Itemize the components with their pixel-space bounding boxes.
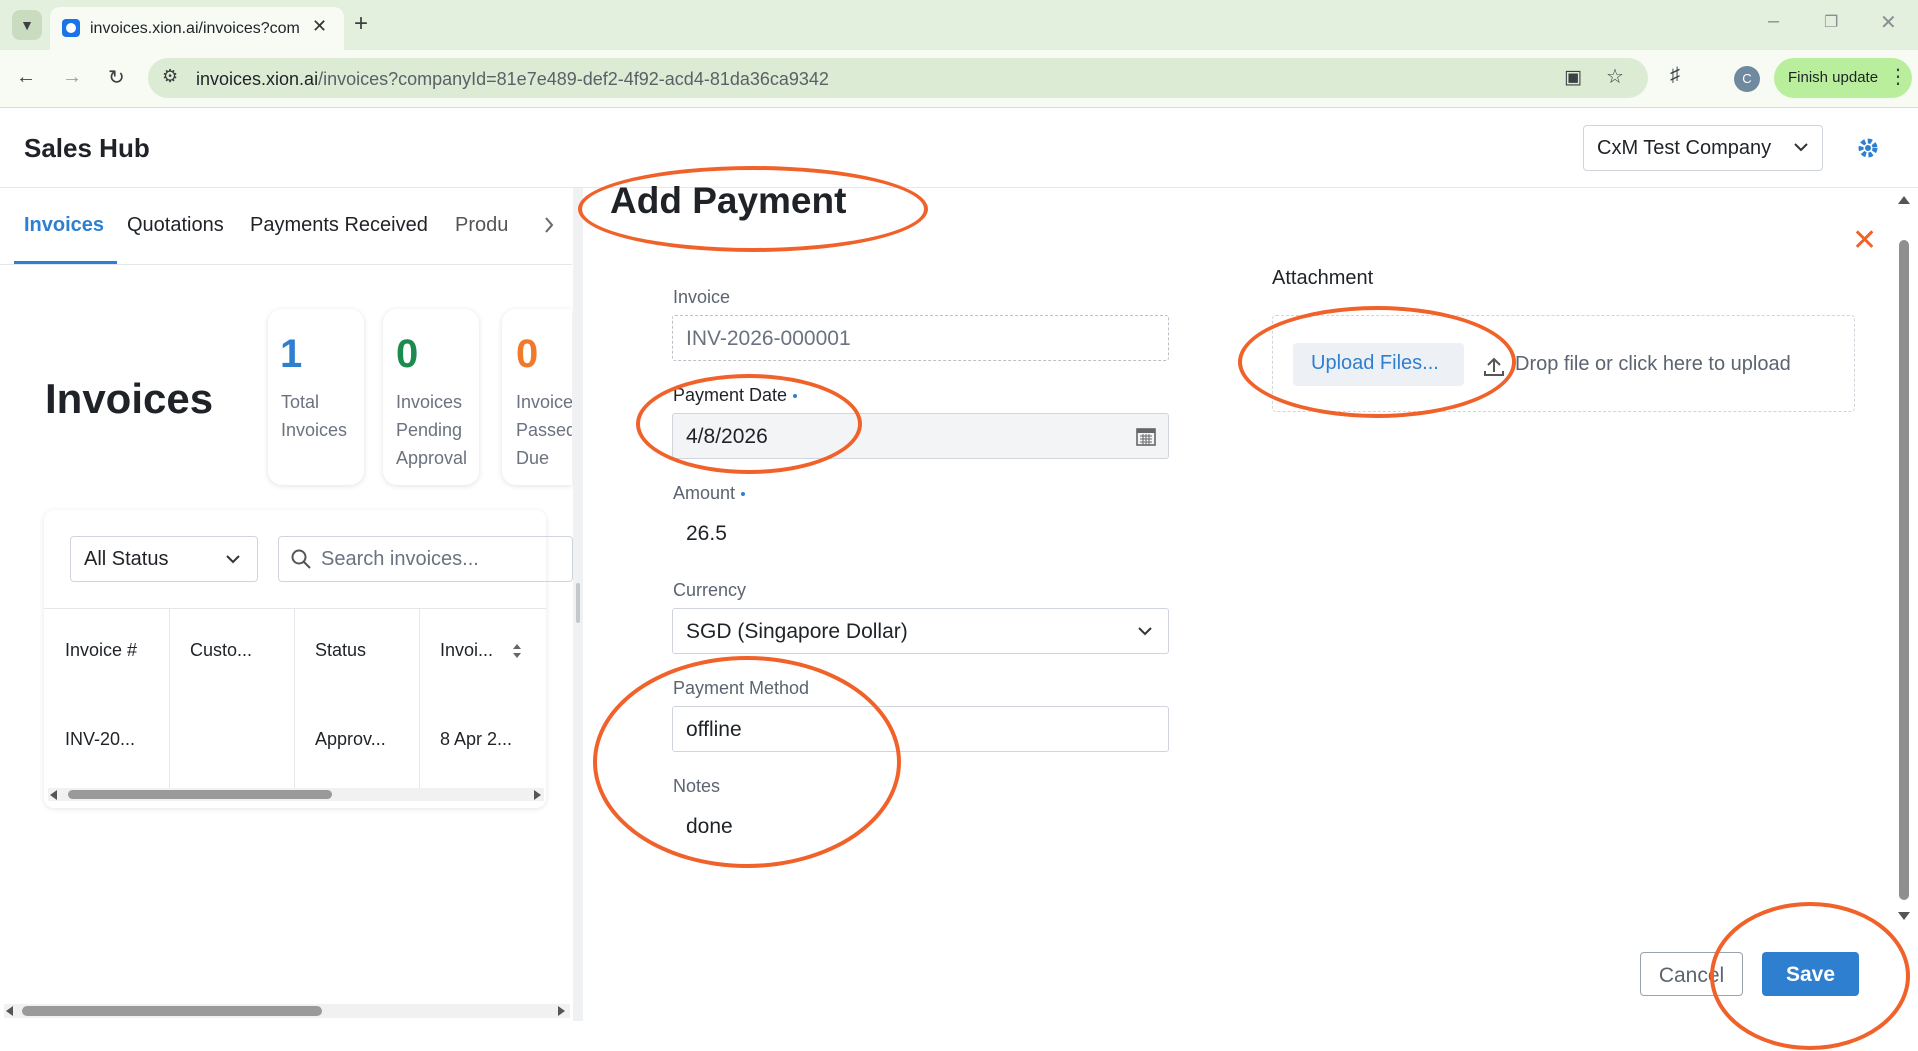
status-filter-value: All Status <box>84 548 169 570</box>
tab-products[interactable]: Produ <box>455 214 517 237</box>
save-button-label: Save <box>1785 963 1836 986</box>
notes-input[interactable]: done <box>686 815 733 839</box>
column-divider <box>419 608 420 788</box>
scroll-down-icon[interactable] <box>1898 912 1910 920</box>
tab-invoices[interactable]: Invoices <box>24 214 104 237</box>
chevron-down-icon <box>1794 143 1808 152</box>
extensions-icon[interactable]: ♯ <box>1670 64 1680 87</box>
payment-method-input[interactable] <box>672 706 1169 752</box>
scroll-left-icon[interactable] <box>6 1006 13 1016</box>
table-header-top-border <box>44 608 546 609</box>
company-select-value: CxM Test Company <box>1597 137 1772 159</box>
invoice-label: Invoice <box>673 287 731 307</box>
payment-date-label-text: Payment Date <box>673 385 788 405</box>
amount-label-text: Amount <box>673 483 736 503</box>
search-placeholder: Search invoices... <box>321 548 479 570</box>
invoice-value: INV-2026-000001 <box>686 327 851 350</box>
tab-title: invoices.xion.ai/invoices?compa <box>90 20 300 37</box>
upload-files-label: Upload Files... <box>1311 352 1439 374</box>
new-tab-icon[interactable]: + <box>354 10 368 38</box>
tab-search-icon[interactable]: ▼ <box>12 10 42 40</box>
notes-label: Notes <box>673 776 721 796</box>
restore-icon[interactable]: ❐ <box>1824 12 1838 32</box>
close-icon[interactable]: ✕ <box>1852 226 1877 256</box>
column-header-customer[interactable]: Custo... <box>190 640 252 661</box>
stat-total-label: Total Invoices <box>281 392 348 440</box>
table-scrollbar-thumb[interactable] <box>68 790 332 799</box>
finish-update-label: Finish update <box>1788 69 1879 86</box>
sort-icon[interactable] <box>511 641 523 661</box>
browser-tab-strip: ▼ invoices.xion.ai/invoices?compa ✕ + – … <box>0 0 1918 50</box>
amount-input[interactable]: 26.5 <box>686 522 727 546</box>
gear-icon[interactable] <box>1856 136 1880 160</box>
table-cell-status: Approv... <box>315 729 386 749</box>
close-tab-icon[interactable]: ✕ <box>312 16 327 37</box>
stat-passed-due-label: Invoices Passed Due <box>516 392 572 468</box>
currency-label: Currency <box>673 580 747 600</box>
page-title: Invoices <box>45 375 214 422</box>
site-favicon-icon <box>62 19 80 37</box>
profile-avatar[interactable]: C <box>1734 66 1760 92</box>
column-divider <box>294 608 295 788</box>
calendar-icon[interactable] <box>1136 426 1156 446</box>
cancel-button-label: Cancel <box>1658 964 1725 987</box>
url-text[interactable]: invoices.xion.ai/invoices?companyId=81e7… <box>196 69 829 90</box>
column-divider <box>169 608 170 788</box>
stat-pending-label: Invoices Pending Approval <box>396 392 468 468</box>
dropzone-hint: Drop file or click here to upload <box>1515 353 1791 375</box>
stat-pending-value: 0 <box>396 332 419 376</box>
attachment-label: Attachment <box>1272 267 1374 289</box>
chevron-down-icon <box>226 555 240 564</box>
drawer-scrollbar-thumb[interactable] <box>1899 240 1909 900</box>
column-header-status[interactable]: Status <box>315 640 366 661</box>
minimize-icon[interactable]: – <box>1768 10 1779 33</box>
drawer-resize-handle[interactable] <box>573 188 583 1021</box>
cancel-button[interactable]: Cancel <box>1640 952 1743 996</box>
table-cell-invoice-date: 8 Apr 2... <box>440 729 513 749</box>
payment-date-value: 4/8/2026 <box>686 425 768 448</box>
url-host: invoices.xion.ai <box>196 69 319 89</box>
tab-payments-received[interactable]: Payments Received <box>250 214 428 237</box>
payment-method-value: offline <box>686 718 742 741</box>
required-indicator <box>741 492 746 497</box>
app-title: Sales Hub <box>24 133 150 163</box>
required-indicator <box>793 394 798 399</box>
column-header-invoice-date[interactable]: Invoi... <box>440 640 493 661</box>
browser-tab[interactable]: invoices.xion.ai/invoices?compa ✕ <box>50 7 344 50</box>
bookmark-star-icon[interactable]: ☆ <box>1606 64 1624 89</box>
search-icon <box>291 549 311 569</box>
close-window-icon[interactable]: ✕ <box>1880 10 1897 35</box>
stat-total-value: 1 <box>280 332 303 376</box>
scroll-up-icon[interactable] <box>1898 196 1910 204</box>
browser-menu-icon[interactable]: ⋮ <box>1888 64 1908 89</box>
column-header-invoice-number[interactable]: Invoice # <box>65 640 137 661</box>
scroll-right-icon[interactable] <box>558 1006 565 1016</box>
scroll-right-icon[interactable] <box>534 790 541 800</box>
amount-label: Amount <box>673 483 746 504</box>
install-app-icon[interactable]: ▣ <box>1564 66 1582 89</box>
payment-method-label: Payment Method <box>673 678 810 698</box>
site-info-icon[interactable]: ⚙ <box>162 66 178 87</box>
table-cell-invoice-number[interactable]: INV-20... <box>65 729 135 750</box>
drawer-title: Add Payment <box>610 180 847 221</box>
tab-quotations[interactable]: Quotations <box>127 214 224 237</box>
page-scrollbar-thumb[interactable] <box>22 1006 322 1016</box>
currency-value: SGD (Singapore Dollar) <box>686 620 908 643</box>
chevron-right-icon[interactable] <box>542 214 556 236</box>
forward-icon[interactable]: → <box>62 66 82 89</box>
payment-date-label: Payment Date <box>673 385 798 406</box>
stat-passed-due-value: 0 <box>516 332 539 376</box>
tab-divider <box>0 264 572 265</box>
save-button[interactable]: Save <box>1762 952 1859 996</box>
upload-icon <box>1484 357 1504 376</box>
back-icon[interactable]: ← <box>16 66 36 89</box>
url-path: /invoices?companyId=81e7e489-def2-4f92-a… <box>318 69 829 89</box>
scroll-left-icon[interactable] <box>50 790 57 800</box>
reload-icon[interactable]: ↻ <box>108 65 125 90</box>
chevron-down-icon <box>1138 627 1152 636</box>
